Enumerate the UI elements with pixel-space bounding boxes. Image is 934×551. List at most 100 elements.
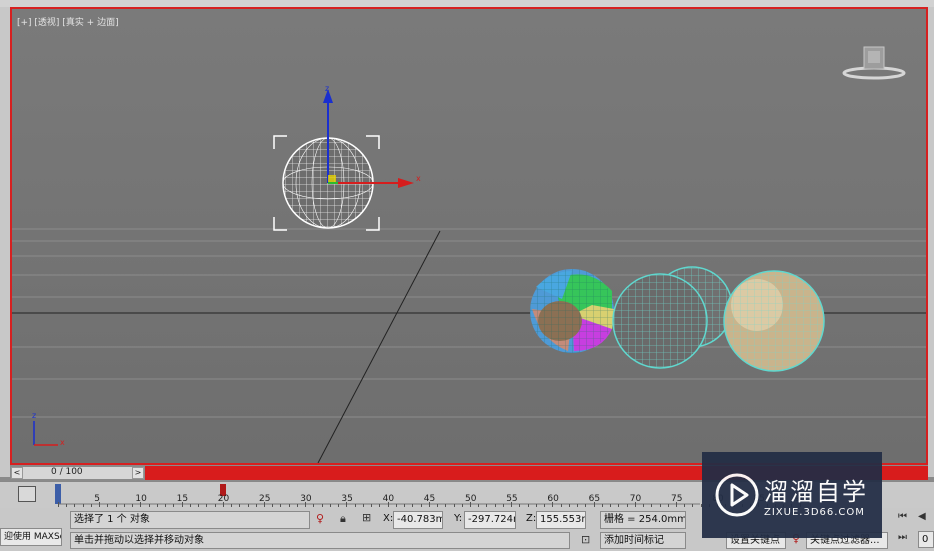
track-tick (58, 502, 59, 507)
track-tick (198, 504, 200, 507)
track-tick (692, 504, 694, 507)
track-tick (610, 504, 612, 507)
track-tick (214, 504, 216, 507)
track-tick (585, 504, 587, 507)
track-tick (90, 504, 92, 507)
track-tick (420, 504, 422, 507)
track-tick-label: 10 (135, 494, 147, 504)
watermark: 溜溜自学 ZIXUE.3D66.COM (702, 452, 882, 538)
track-tick-label: 65 (588, 494, 601, 504)
track-tick (560, 504, 562, 507)
track-tick (478, 504, 480, 507)
go-start-icon[interactable]: ⏮ (898, 511, 907, 522)
track-tick (667, 504, 669, 507)
track-tick (362, 504, 364, 507)
track-tick (659, 504, 661, 507)
track-tick (338, 504, 340, 507)
track-tick (247, 504, 249, 507)
z-coordinate-field[interactable]: 155.553mr (536, 511, 586, 529)
track-tick (288, 504, 290, 507)
time-slider[interactable]: < 0 / 100 > (10, 466, 145, 480)
track-tick (568, 504, 570, 507)
track-tick (502, 504, 504, 507)
track-tick (66, 504, 68, 507)
z-label: Z: (526, 513, 537, 524)
lock-icon[interactable]: 🔒︎ (340, 512, 346, 526)
track-tick-label: 55 (506, 494, 518, 504)
shaded-sphere[interactable] (723, 270, 825, 372)
track-tick (189, 504, 191, 507)
track-tick (272, 504, 274, 507)
track-tick-label: 70 (629, 494, 642, 504)
gizmo-x-label: x (416, 174, 421, 183)
track-tick (445, 504, 447, 507)
selection-icon[interactable]: ⊞ (362, 511, 371, 524)
track-tick (519, 504, 521, 507)
track-tick-label: 75 (671, 494, 683, 504)
track-tick (255, 504, 257, 507)
track-tick (379, 504, 381, 507)
watermark-title: 溜溜自学 (764, 478, 868, 506)
play-icon[interactable]: ◀ (918, 511, 926, 522)
selection-info: 选择了 1 个 对象 (70, 511, 310, 529)
track-tick (107, 504, 109, 507)
track-tick (173, 504, 175, 507)
track-tick (527, 504, 529, 507)
grid-size: 栅格 = 254.0mm (600, 511, 686, 529)
track-tick (132, 504, 134, 507)
add-time-tag[interactable]: 添加时间标记 (600, 532, 686, 549)
y-coordinate-field[interactable]: -297.724m (464, 511, 516, 529)
maxscript-listener[interactable]: 迎使用 MAXSc (0, 528, 62, 546)
track-tick-label: 15 (176, 494, 189, 504)
track-tick (577, 504, 579, 507)
current-frame-field[interactable]: 0 (918, 531, 934, 548)
track-tick-label: 5 (94, 494, 100, 504)
time-tag-icon[interactable]: ⊡ (581, 533, 590, 546)
track-tick (280, 504, 282, 507)
track-tick-label: 50 (465, 494, 477, 504)
track-tick (354, 504, 356, 507)
y-label: Y: (454, 513, 463, 524)
x-coordinate-field[interactable]: -40.783mm (393, 511, 443, 529)
track-tick (371, 504, 373, 507)
track-tick-label: 25 (259, 494, 271, 504)
viewport-label-menu[interactable]: [+] [透视] [真实 + 边面] (17, 15, 119, 28)
wireframe-sphere-front[interactable] (612, 273, 708, 369)
time-slider-label: 0 / 100 (51, 467, 83, 477)
perspective-viewport[interactable]: z x z x [+] [透视] [真实 + 边面] (10, 7, 928, 465)
track-tick (684, 504, 686, 507)
track-tick (544, 504, 546, 507)
track-tick (412, 504, 414, 507)
track-tick (601, 504, 603, 507)
track-tick (453, 504, 455, 507)
track-tick (115, 504, 117, 507)
viewport-background (12, 9, 926, 463)
gizmo-z-label: z (325, 84, 329, 93)
right-toolbar[interactable] (928, 7, 934, 477)
time-slider-next-button[interactable]: > (132, 467, 144, 479)
x-label: X: (383, 513, 394, 524)
track-tick-label: 35 (341, 494, 353, 504)
track-tick-label: 20 (217, 494, 230, 504)
track-tick (461, 504, 463, 507)
track-tick (329, 504, 331, 507)
time-slider-prev-button[interactable]: < (11, 467, 23, 479)
next-frame-icon[interactable]: ⏭ (898, 532, 907, 543)
track-tick-label: 30 (300, 494, 312, 504)
prompt-line: 单击并拖动以选择并移动对象 (70, 532, 570, 549)
track-tick (404, 504, 406, 507)
track-tick (486, 504, 488, 507)
watermark-logo-icon (715, 473, 759, 517)
track-tick (618, 504, 620, 507)
track-tick (239, 504, 241, 507)
textured-sphere[interactable] (530, 269, 614, 353)
tripod-z-label: z (32, 411, 36, 420)
track-tick (395, 504, 397, 507)
track-tick (313, 504, 315, 507)
isolate-icon[interactable]: ♀ (316, 512, 324, 525)
track-tick (165, 504, 167, 507)
track-tick-label: 45 (423, 494, 436, 504)
track-tick (156, 504, 158, 507)
track-tick (643, 504, 645, 507)
viewcube-icon[interactable] (840, 45, 908, 81)
